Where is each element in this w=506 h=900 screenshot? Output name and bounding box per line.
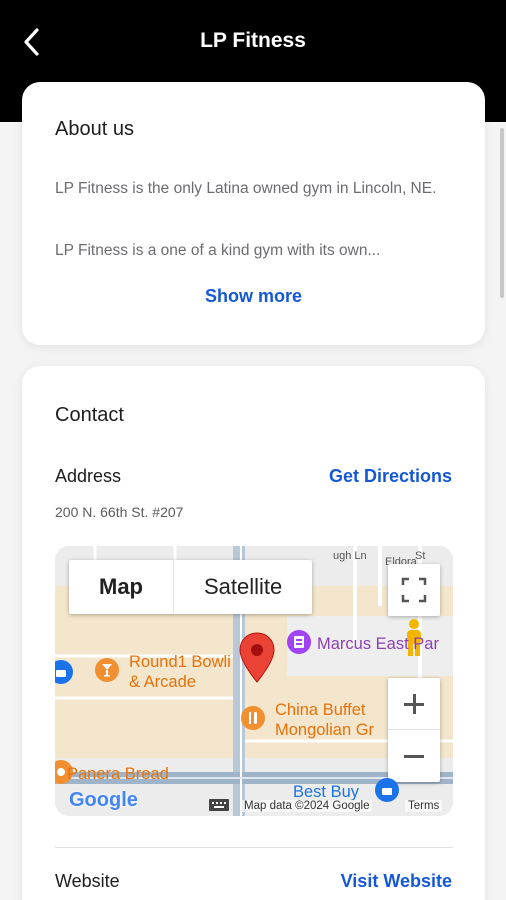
marcus-label[interactable]: Marcus East Par	[317, 634, 439, 654]
map-terms-link[interactable]: Terms	[405, 800, 443, 812]
bestbuy-label[interactable]: Best Buy	[293, 782, 359, 802]
china-buffet-poi-icon[interactable]	[241, 706, 265, 730]
street-label-3: St	[415, 550, 426, 562]
page-title: LP Fitness	[200, 29, 306, 52]
china-buffet-label-2[interactable]: Mongolian Gr	[275, 720, 374, 740]
get-directions-link[interactable]: Get Directions	[329, 466, 452, 487]
about-paragraph-1: LP Fitness is the only Latina owned gym …	[55, 180, 437, 197]
zoom-in-button[interactable]	[388, 678, 440, 730]
map-view[interactable]: Map Satellite ugh Ln Eldora St Marcus Ea…	[55, 546, 453, 816]
keyboard-shortcuts-icon[interactable]	[209, 798, 229, 816]
fullscreen-icon	[401, 577, 427, 603]
zoom-out-button[interactable]	[388, 730, 440, 782]
round1-label-1[interactable]: Round1 Bowli	[129, 652, 231, 672]
address-label: Address	[55, 466, 122, 486]
bestbuy-poi-icon[interactable]	[375, 778, 399, 802]
website-label: Website	[55, 871, 120, 891]
map-type-satellite-button[interactable]: Satellite	[174, 560, 312, 614]
panera-label[interactable]: Panera Bread	[67, 764, 169, 784]
visit-website-link[interactable]: Visit Website	[341, 871, 452, 892]
map-type-toggle: Map Satellite	[69, 560, 313, 614]
show-more-link[interactable]: Show more	[22, 286, 485, 307]
map-type-map-button[interactable]: Map	[69, 560, 174, 614]
address-value: 200 N. 66th St. #207	[55, 504, 184, 520]
map-attribution: Map data ©2024 Google	[241, 800, 373, 812]
about-heading: About us	[55, 118, 134, 140]
google-logo: Google	[69, 789, 138, 811]
marcus-poi-icon[interactable]	[287, 630, 311, 654]
street-label-1: ugh Ln	[333, 550, 367, 562]
divider	[55, 847, 453, 848]
contact-card: Contact Address Get Directions 200 N. 66…	[22, 366, 485, 900]
about-card: About us LP Fitness is the only Latina o…	[22, 82, 485, 345]
round1-poi-icon[interactable]	[95, 658, 119, 682]
zoom-controls	[388, 678, 440, 782]
scrollbar[interactable]	[500, 128, 504, 298]
about-paragraph-2: LP Fitness is a one of a kind gym with i…	[55, 242, 381, 259]
plus-icon	[404, 693, 424, 714]
location-pin-icon[interactable]	[239, 632, 275, 689]
contact-heading: Contact	[55, 404, 124, 426]
minus-icon	[404, 755, 424, 758]
china-buffet-label-1[interactable]: China Buffet	[275, 700, 366, 720]
fullscreen-button[interactable]	[388, 564, 440, 616]
round1-label-2[interactable]: & Arcade	[129, 672, 196, 692]
